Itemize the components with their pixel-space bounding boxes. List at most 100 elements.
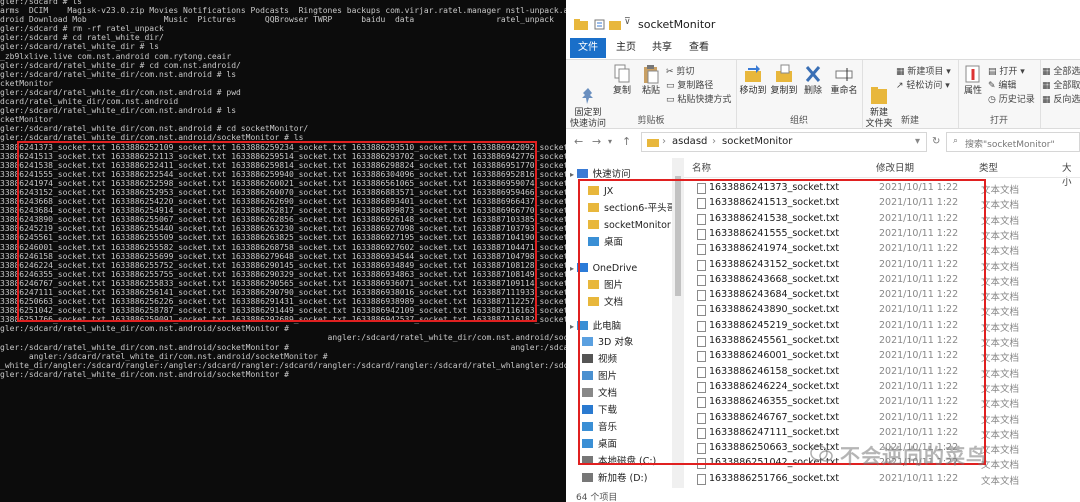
cut-button[interactable]: ✂ 剪切	[666, 64, 694, 77]
file-date: 2021/10/11 1:22	[879, 365, 959, 377]
nav-item-jx[interactable]: JX	[588, 183, 613, 200]
up-icon[interactable]: ↑	[622, 135, 631, 148]
file-row[interactable]: 1633886245219_socket.txt 2021/10/11 1:22 文…	[684, 319, 1080, 334]
tab-view[interactable]: 查看	[682, 38, 716, 58]
nav-item-socketmonitor[interactable]: socketMonitor	[588, 217, 671, 234]
file-row[interactable]: 1633886246224_socket.txt 2021/10/11 1:22 文…	[684, 380, 1080, 395]
move-to-button[interactable]: 移动到	[738, 64, 768, 97]
paste-shortcut-button[interactable]: ▭ 粘贴快捷方式	[666, 92, 731, 105]
rename-button[interactable]: 重命名	[828, 64, 860, 97]
file-row[interactable]: 1633886241974_socket.txt 2021/10/11 1:22 文…	[684, 242, 1080, 257]
file-row[interactable]: 1633886246767_socket.txt 2021/10/11 1:22 文…	[684, 411, 1080, 426]
edit-button[interactable]: ✎ 编辑	[988, 78, 1016, 91]
refresh-icon[interactable]: ↻	[932, 136, 940, 147]
file-row[interactable]: 1633886247111_socket.txt 2021/10/11 1:22 文…	[684, 426, 1080, 441]
recent-locations-icon[interactable]: ▾	[608, 137, 612, 146]
tab-file[interactable]: 文件	[570, 38, 606, 58]
copy-to-button[interactable]: 复制到	[769, 64, 799, 97]
file-name: 1633886251042_socket.txt	[709, 457, 840, 469]
open-button[interactable]: ▤ 打开 ▾	[988, 64, 1025, 77]
forward-icon[interactable]: →	[592, 135, 601, 148]
invert-selection-icon: ▦	[1042, 95, 1054, 105]
file-row[interactable]: 1633886241555_socket.txt 2021/10/11 1:22 文…	[684, 227, 1080, 242]
column-header-date[interactable]: 修改日期	[876, 160, 914, 174]
file-row[interactable]: 1633886251042_socket.txt 2021/10/11 1:22 文…	[684, 456, 1080, 471]
easy-access-icon: ↗	[896, 81, 907, 91]
file-row[interactable]: 1633886243890_socket.txt 2021/10/11 1:22 文…	[684, 303, 1080, 318]
nav-pictures[interactable]: 图片	[582, 368, 617, 385]
nav-documents[interactable]: 文档	[582, 385, 617, 402]
text-file-icon	[697, 213, 706, 225]
nav-drive-c[interactable]: 本地磁盘 (C:)	[582, 453, 656, 470]
file-row[interactable]: 1633886246158_socket.txt 2021/10/11 1:22 文…	[684, 365, 1080, 380]
history-button[interactable]: ◷ 历史记录	[988, 92, 1035, 105]
nav-3d-objects[interactable]: 3D 对象	[582, 334, 633, 351]
delete-button[interactable]: 删除	[800, 64, 826, 97]
breadcrumb-asdasd[interactable]: asdasd	[672, 136, 707, 147]
terminal-line: arms DCIM Magisk-v23.0.zip Movies Notifi…	[0, 6, 566, 16]
text-file-icon	[697, 473, 706, 485]
paste-button[interactable]: 粘贴	[638, 64, 664, 97]
column-header-type[interactable]: 类型	[979, 160, 998, 174]
copy-path-button[interactable]: ▭ 复制路径	[666, 78, 713, 91]
nav-this-pc[interactable]: ▸ 此电脑	[570, 318, 621, 335]
nav-downloads[interactable]: 下载	[582, 402, 617, 419]
file-date: 2021/10/11 1:22	[879, 457, 959, 469]
file-row[interactable]: 1633886243684_socket.txt 2021/10/11 1:22 文…	[684, 288, 1080, 303]
nav-3d-objects-icon	[582, 337, 593, 346]
tab-home[interactable]: 主页	[610, 38, 642, 58]
text-file-icon	[697, 244, 706, 256]
nav-scrollbar[interactable]	[672, 158, 684, 488]
quick-access-dropdown-icon[interactable]: ⊽	[624, 17, 631, 27]
select-none-button[interactable]: ▦ 全部取	[1042, 78, 1080, 91]
address-field[interactable]: › asdasd › socketMonitor ▾	[641, 132, 927, 152]
search-input[interactable]: ⌕ 搜索"socketMonitor"	[946, 132, 1080, 152]
file-row[interactable]: 1633886250663_socket.txt 2021/10/11 1:22 文…	[684, 441, 1080, 456]
invert-selection-button[interactable]: ▦ 反向选	[1042, 92, 1080, 105]
file-row[interactable]: 1633886243668_socket.txt 2021/10/11 1:22 文…	[684, 273, 1080, 288]
nav-item-section6[interactable]: section6-平头哥	[588, 200, 672, 217]
column-header-name[interactable]: 名称	[692, 160, 711, 174]
nav-videos[interactable]: 视频	[582, 351, 617, 368]
new-item-button[interactable]: ▦ 新建项目 ▾	[896, 64, 951, 77]
nav-quick-access[interactable]: ▸ 快速访问	[570, 166, 631, 183]
text-file-icon	[697, 198, 706, 210]
file-row[interactable]: 1633886241373_socket.txt 2021/10/11 1:22 文…	[684, 181, 1080, 196]
select-all-button[interactable]: ▦ 全部选	[1042, 64, 1080, 77]
nav-drive-c-icon	[582, 456, 593, 465]
file-row[interactable]: 1633886245561_socket.txt 2021/10/11 1:22 文…	[684, 334, 1080, 349]
nav-item-desktop[interactable]: 桌面	[588, 234, 623, 251]
file-date: 2021/10/11 1:22	[879, 289, 959, 301]
new-folder-quick-icon[interactable]	[609, 19, 621, 30]
file-type: 文本文档	[981, 307, 1020, 319]
file-type: 文本文档	[981, 460, 1020, 472]
nav-desktop[interactable]: 桌面	[582, 436, 617, 453]
properties-button[interactable]: 属性	[960, 64, 986, 97]
back-icon[interactable]: ←	[574, 135, 583, 148]
copy-button[interactable]: 复制	[610, 64, 634, 97]
easy-access-button[interactable]: ↗ 轻松访问 ▾	[896, 78, 950, 91]
nav-documents-label: 文档	[598, 388, 618, 399]
nav-downloads-label: 下载	[598, 405, 618, 416]
nav-onedrive-pictures[interactable]: 图片	[588, 277, 623, 294]
file-type: 文本文档	[981, 246, 1020, 258]
nav-drive-d[interactable]: 新加卷 (D:)	[582, 470, 647, 487]
properties-quick-icon[interactable]	[594, 19, 605, 30]
nav-music[interactable]: 音乐	[582, 419, 617, 436]
text-file-icon	[697, 381, 706, 393]
file-row[interactable]: 1633886246355_socket.txt 2021/10/11 1:22 文…	[684, 395, 1080, 410]
file-row[interactable]: 1633886241513_socket.txt 2021/10/11 1:22 文…	[684, 196, 1080, 211]
tab-share[interactable]: 共享	[646, 38, 678, 58]
breadcrumb-socketmonitor[interactable]: socketMonitor	[722, 136, 792, 147]
address-dropdown-icon[interactable]: ▾	[915, 136, 920, 147]
cut-label: 剪切	[676, 67, 695, 77]
file-row[interactable]: 1633886243152_socket.txt 2021/10/11 1:22 文…	[684, 258, 1080, 273]
file-row[interactable]: 1633886241538_socket.txt 2021/10/11 1:22 文…	[684, 212, 1080, 227]
file-row[interactable]: 1633886251766_socket.txt 2021/10/11 1:22 文…	[684, 472, 1080, 487]
nav-drive-d-icon	[582, 473, 593, 482]
file-row[interactable]: 1633886246001_socket.txt 2021/10/11 1:22 文…	[684, 349, 1080, 364]
terminal-window[interactable]: gler:/sdcard # ls arms DCIM Magisk-v23.0.…	[0, 0, 566, 502]
nav-onedrive-documents[interactable]: 文档	[588, 294, 623, 311]
nav-onedrive[interactable]: ▸ OneDrive	[570, 260, 637, 277]
nav-scrollbar-thumb[interactable]	[675, 176, 681, 296]
